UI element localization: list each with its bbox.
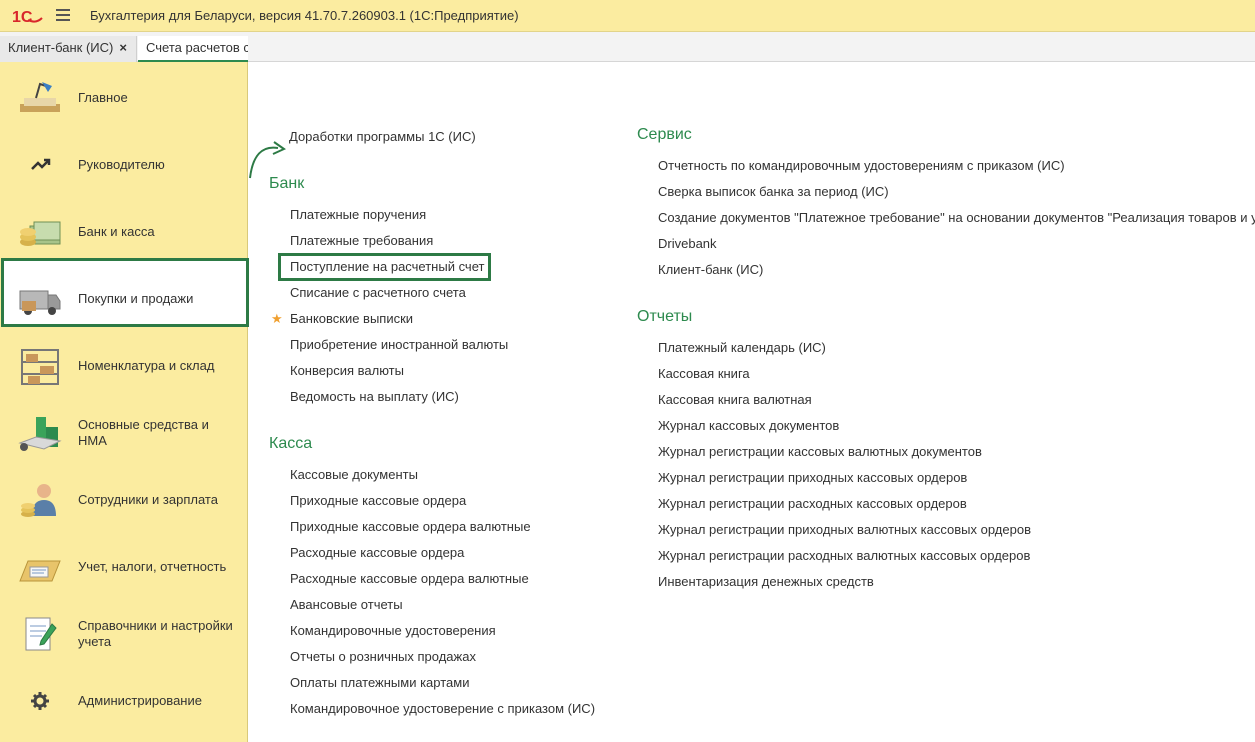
link-improvements[interactable]: Доработки программы 1С (ИС)	[289, 129, 476, 144]
app-title: Бухгалтерия для Беларуси, версия 41.70.7…	[90, 8, 519, 23]
link-advance-reports[interactable]: Авансовые отчеты	[290, 597, 403, 612]
desk-lamp-icon	[16, 78, 64, 118]
link-payment-orders[interactable]: Платежные поручения	[290, 207, 426, 222]
folder-documents-icon	[16, 547, 64, 587]
link-payment-calendar[interactable]: Платежный календарь (ИС)	[658, 340, 826, 355]
sidebar-item-references[interactable]: Справочники и настройки учета	[0, 600, 248, 667]
tab-label: Счета расчетов с	[146, 40, 248, 55]
link-cash-inventory[interactable]: Инвентаризация денежных средств	[658, 574, 874, 589]
section-cash-title: Касса	[269, 435, 313, 452]
sidebar-item-employees[interactable]: Сотрудники и зарплата	[0, 466, 248, 533]
sidebar-item-label: Справочники и настройки учета	[78, 617, 233, 649]
link-cash-book-fx[interactable]: Кассовая книга валютная	[658, 392, 812, 407]
link-travel-cert-order[interactable]: Командировочное удостоверение с приказом…	[290, 701, 595, 716]
link-cash-receipts[interactable]: Приходные кассовые ордера	[290, 493, 466, 508]
main-menu-icon[interactable]	[56, 9, 70, 21]
link-foreign-currency[interactable]: Приобретение иностранной валюты	[290, 337, 508, 352]
link-expense-orders-journal[interactable]: Журнал регистрации расходных кассовых ор…	[658, 496, 967, 511]
sidebar-item-bank[interactable]: Банк и касса	[0, 198, 248, 265]
link-travel-certificates[interactable]: Командировочные удостоверения	[290, 623, 496, 638]
link-currency-conversion[interactable]: Конверсия валюты	[290, 363, 404, 378]
sidebar-item-label: Учет, налоги, отчетность	[78, 558, 227, 574]
link-travel-reporting[interactable]: Отчетность по командировочным удостовере…	[658, 158, 1065, 173]
tab-label: Клиент-банк (ИС)	[8, 40, 114, 55]
section-bank-title: Банк	[269, 175, 305, 192]
link-create-payment-requests[interactable]: Создание документов "Платежное требовани…	[658, 210, 1255, 225]
tab-bar: Клиент-банк (ИС) × Счета расчетов с	[0, 32, 1255, 62]
sidebar-item-assets[interactable]: Основные средства и НМА	[0, 399, 248, 466]
sidebar-item-main[interactable]: Главное	[0, 64, 248, 131]
link-receipt-to-account[interactable]: Поступление на расчетный счет	[290, 259, 484, 274]
sidebar-item-label: Сотрудники и зарплата	[78, 491, 218, 507]
factory-icon	[16, 413, 64, 453]
sidebar-item-label: Главное	[78, 89, 128, 105]
trend-icon	[16, 145, 64, 185]
favorite-star-icon: ★	[271, 311, 283, 326]
link-cash-docs[interactable]: Кассовые документы	[290, 467, 418, 482]
link-cash-expenses-fx[interactable]: Расходные кассовые ордера валютные	[290, 571, 529, 586]
link-fx-expense-journal[interactable]: Журнал регистрации расходных валютных ка…	[658, 548, 1030, 563]
sidebar-item-manager[interactable]: Руководителю	[0, 131, 248, 198]
sidebar: Главное Руководителю Банк и касса Покупк…	[0, 62, 249, 742]
sidebar-item-label: Банк и касса	[78, 223, 155, 239]
sidebar-item-warehouse[interactable]: Номенклатура и склад	[0, 332, 248, 399]
link-client-bank[interactable]: Клиент-банк (ИС)	[658, 262, 763, 277]
link-cash-expenses[interactable]: Расходные кассовые ордера	[290, 545, 464, 560]
gear-icon	[16, 681, 64, 721]
section-reports-title: Отчеты	[637, 308, 693, 325]
section-service-title: Сервис	[637, 126, 692, 143]
sidebar-item-label: Администрирование	[78, 692, 202, 708]
link-card-payments[interactable]: Оплаты платежными картами	[290, 675, 469, 690]
1c-logo-icon: 1С	[12, 9, 43, 26]
shelf-boxes-icon	[16, 346, 64, 386]
link-receipt-orders-journal[interactable]: Журнал регистрации приходных кассовых ор…	[658, 470, 967, 485]
truck-icon	[16, 279, 64, 319]
svg-text:1С: 1С	[12, 9, 33, 26]
sidebar-item-taxes[interactable]: Учет, налоги, отчетность	[0, 533, 248, 600]
sidebar-item-label: Руководителю	[78, 156, 165, 172]
tab-client-bank[interactable]: Клиент-банк (ИС) ×	[0, 36, 137, 62]
curved-arrow-icon	[249, 141, 287, 179]
close-icon[interactable]: ×	[119, 40, 127, 55]
link-payout-statement[interactable]: Ведомость на выплату (ИС)	[290, 389, 459, 404]
sidebar-item-label: Номенклатура и склад	[78, 357, 215, 373]
tab-accounts[interactable]: Счета расчетов с	[138, 36, 248, 62]
person-icon	[16, 480, 64, 520]
main-panel: Доработки программы 1С (ИС) Банк Платежн…	[249, 62, 1255, 742]
link-drivebank[interactable]: Drivebank	[658, 236, 717, 251]
title-bar: 1С Бухгалтерия для Беларуси, версия 41.7…	[0, 0, 1255, 32]
sidebar-item-label: Покупки и продажи	[78, 290, 194, 306]
link-cash-docs-journal[interactable]: Журнал кассовых документов	[658, 418, 839, 433]
link-cash-receipts-fx[interactable]: Приходные кассовые ордера валютные	[290, 519, 531, 534]
link-payment-requests[interactable]: Платежные требования	[290, 233, 433, 248]
link-retail-reports[interactable]: Отчеты о розничных продажах	[290, 649, 476, 664]
link-statement-reconcile[interactable]: Сверка выписок банка за период (ИС)	[658, 184, 889, 199]
document-pencil-icon	[16, 614, 64, 654]
link-bank-statements[interactable]: Банковские выписки	[290, 311, 413, 326]
sidebar-item-sales[interactable]: Покупки и продажи	[0, 265, 248, 332]
money-coins-icon	[16, 212, 64, 252]
sidebar-item-admin[interactable]: Администрирование	[0, 667, 248, 734]
link-fx-docs-journal[interactable]: Журнал регистрации кассовых валютных док…	[658, 444, 982, 459]
link-fx-receipt-journal[interactable]: Журнал регистрации приходных валютных ка…	[658, 522, 1031, 537]
sidebar-item-label: Основные средства и НМА	[78, 416, 209, 448]
link-debit-from-account[interactable]: Списание с расчетного счета	[290, 285, 466, 300]
link-cash-book[interactable]: Кассовая книга	[658, 366, 750, 381]
